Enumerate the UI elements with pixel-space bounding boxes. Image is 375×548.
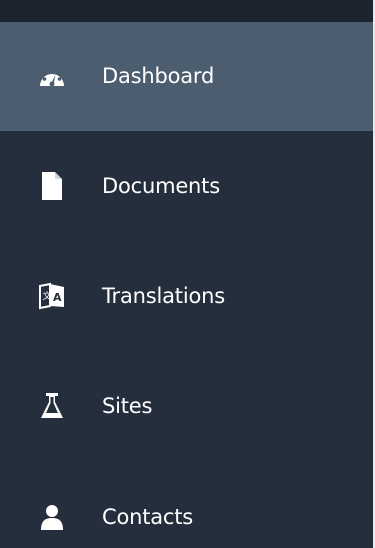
- sidebar-item-translations[interactable]: 文 A Translations: [0, 241, 373, 351]
- sidebar-item-label: Sites: [102, 393, 153, 418]
- flask-icon: [38, 391, 66, 421]
- sidebar-item-label: Dashboard: [102, 64, 215, 88]
- svg-text:文: 文: [43, 290, 52, 302]
- svg-text:A: A: [53, 291, 62, 304]
- sidebar-item-contacts[interactable]: Contacts: [0, 461, 373, 548]
- translate-icon: 文 A: [38, 281, 66, 311]
- sidebar-item-label: Translations: [102, 283, 225, 308]
- sidebar: Dashboard Documents 文 A Translations Sit…: [0, 0, 375, 548]
- sidebar-item-label: Documents: [102, 173, 220, 198]
- sidebar-item-label: Contacts: [102, 504, 194, 529]
- sidebar-top-strip: [0, 0, 375, 22]
- document-icon: [38, 171, 66, 201]
- sidebar-item-documents[interactable]: Documents: [0, 131, 373, 241]
- sidebar-item-dashboard[interactable]: Dashboard: [0, 22, 373, 131]
- user-icon: [38, 502, 66, 532]
- dashboard-gauge-icon: [38, 62, 66, 92]
- sidebar-item-sites[interactable]: Sites: [0, 351, 373, 461]
